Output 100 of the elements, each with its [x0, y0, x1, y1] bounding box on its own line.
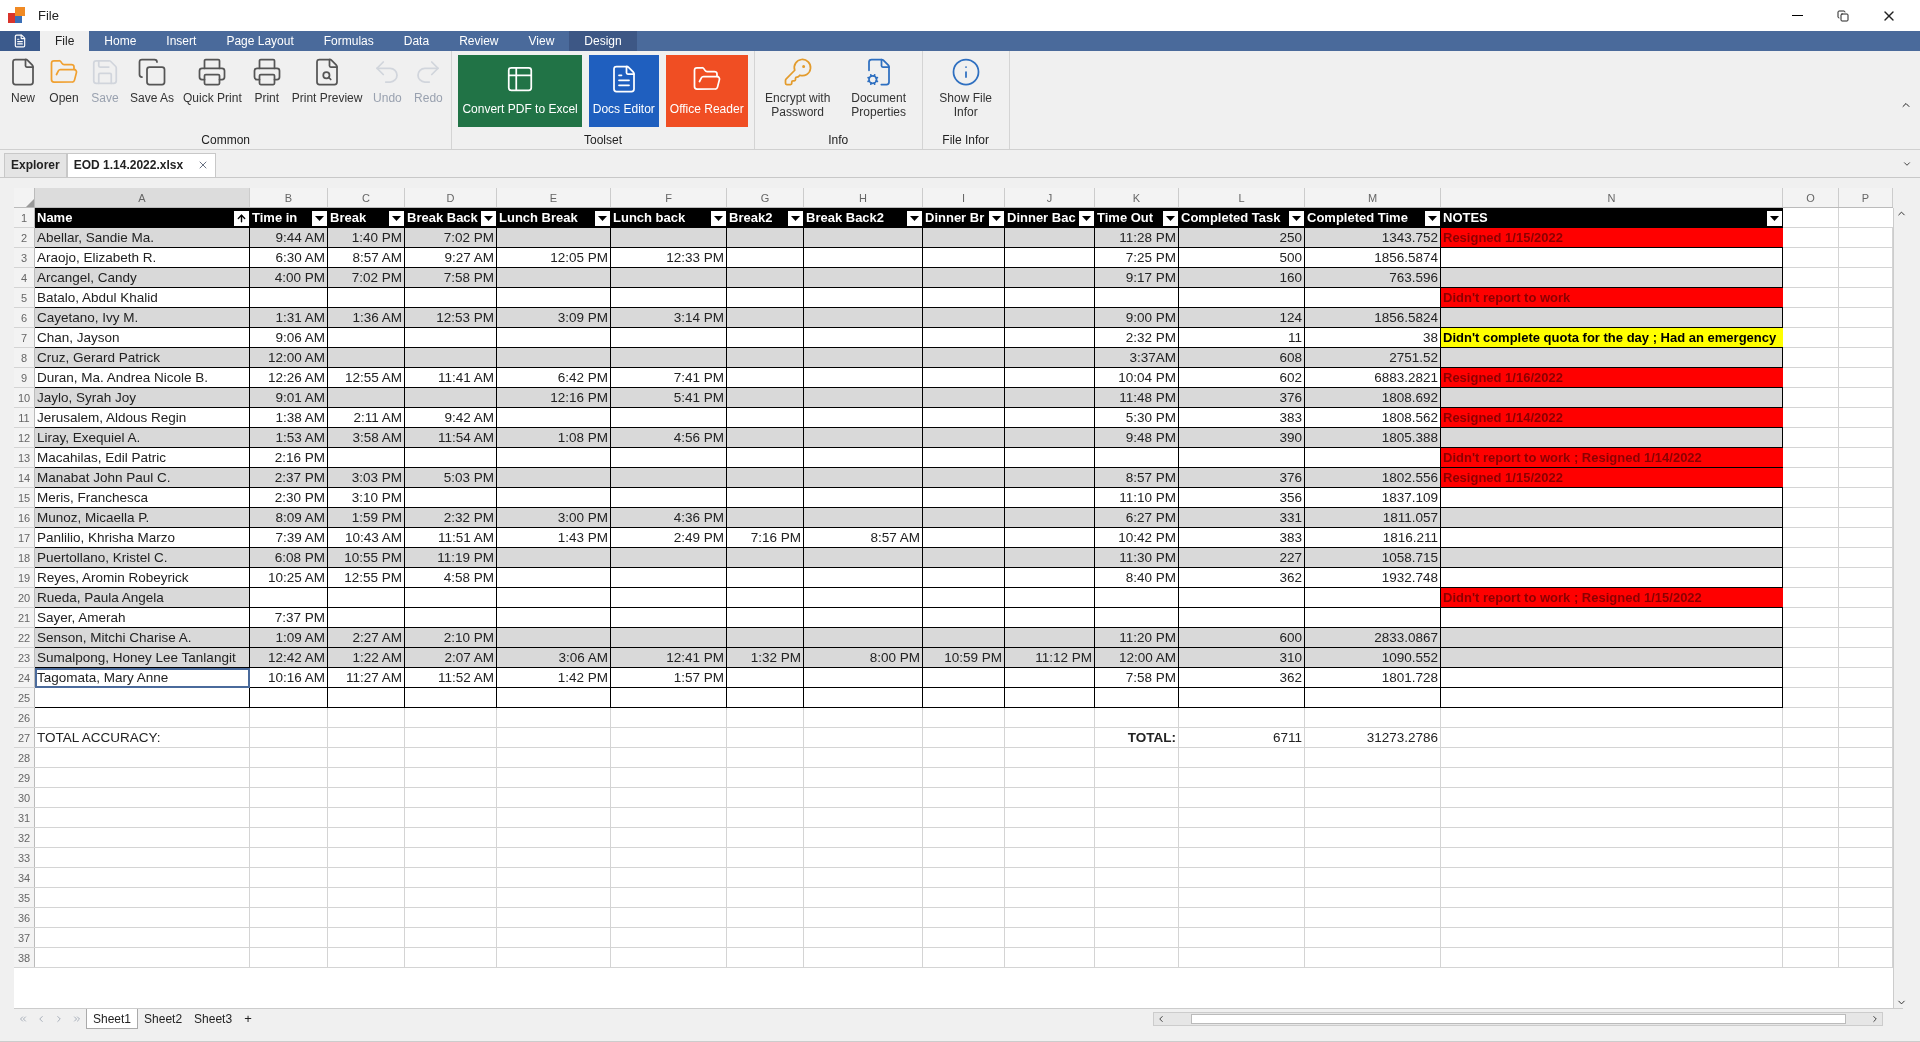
row-header[interactable]: 29 [14, 768, 35, 787]
row-header[interactable]: 6 [14, 308, 35, 327]
sheet-tab[interactable]: Sheet1 [86, 1009, 139, 1029]
column-header[interactable]: G [727, 188, 804, 207]
filter-button[interactable] [1163, 210, 1178, 226]
toolset-tile[interactable]: Office Reader [665, 54, 748, 127]
scroll-right-icon[interactable] [1870, 1014, 1880, 1024]
filter-button[interactable] [1079, 210, 1094, 226]
filter-button[interactable] [711, 210, 726, 226]
column-header[interactable]: K [1095, 188, 1179, 207]
row-header[interactable]: 19 [14, 568, 35, 587]
filter-button[interactable] [481, 210, 496, 226]
ribbon-tab[interactable]: Insert [151, 31, 212, 51]
column-header[interactable]: P [1839, 188, 1893, 207]
row-header[interactable]: 1 [14, 208, 35, 227]
table-cell: 11:19 PM [405, 548, 497, 568]
row-header[interactable]: 18 [14, 548, 35, 567]
filter-button[interactable] [595, 210, 610, 226]
row-header[interactable]: 33 [14, 848, 35, 867]
toolset-tile[interactable]: Convert PDF to Excel [458, 54, 582, 127]
ribbon-button[interactable]: Save As [126, 52, 179, 131]
filter-button[interactable] [1289, 210, 1304, 226]
column-header[interactable]: H [804, 188, 923, 207]
scroll-left-icon[interactable] [1156, 1014, 1166, 1024]
ribbon-tab[interactable]: Page Layout [211, 31, 309, 51]
sheet-tab[interactable]: Sheet3 [188, 1009, 239, 1029]
row-header[interactable]: 31 [14, 808, 35, 827]
column-header[interactable]: J [1005, 188, 1095, 207]
toolset-tile[interactable]: Docs Editor [588, 54, 659, 127]
column-header[interactable]: D [405, 188, 497, 207]
ribbon-tab[interactable]: View [513, 31, 570, 51]
document-tab[interactable]: EOD 1.14.2022.xlsx [66, 152, 217, 177]
row-header[interactable]: 14 [14, 468, 35, 487]
row-header[interactable]: 12 [14, 428, 35, 447]
ribbon-button[interactable]: Open [44, 52, 84, 131]
ribbon-tab[interactable]: Review [444, 31, 514, 51]
column-header[interactable]: N [1441, 188, 1783, 207]
column-header[interactable]: B [250, 188, 328, 207]
filter-button[interactable] [907, 210, 922, 226]
row-header[interactable]: 13 [14, 448, 35, 467]
row-header[interactable]: 16 [14, 508, 35, 527]
ribbon-button[interactable]: Show File Infor [925, 52, 1006, 131]
filter-button[interactable] [788, 210, 803, 226]
column-header[interactable]: F [611, 188, 727, 207]
row-header[interactable]: 7 [14, 328, 35, 347]
row-header[interactable]: 9 [14, 368, 35, 387]
row-header[interactable]: 26 [14, 708, 35, 727]
add-sheet-button[interactable]: + [238, 1009, 258, 1029]
filter-button[interactable] [1425, 210, 1440, 226]
row-header[interactable]: 25 [14, 688, 35, 707]
ribbon-tab[interactable]: Home [89, 31, 152, 51]
document-tab[interactable]: Explorer [4, 152, 67, 177]
row-header[interactable]: 36 [14, 908, 35, 927]
app-menu-button[interactable] [0, 31, 40, 51]
ribbon-tab[interactable]: Design [569, 31, 637, 51]
row-header[interactable]: 38 [14, 948, 35, 967]
column-header[interactable]: L [1179, 188, 1305, 207]
filter-button[interactable] [989, 210, 1004, 226]
column-header[interactable]: I [923, 188, 1005, 207]
column-header[interactable]: E [497, 188, 611, 207]
row-header[interactable]: 27 [14, 728, 35, 747]
row-header[interactable]: 2 [14, 228, 35, 247]
sort-button[interactable] [234, 210, 249, 226]
ribbon-button[interactable]: Quick Print [179, 52, 246, 131]
row-header[interactable]: 15 [14, 488, 35, 507]
ribbon-button[interactable]: Document Properties [838, 52, 919, 131]
ribbon-tab[interactable]: File [40, 31, 90, 51]
row-header[interactable]: 28 [14, 748, 35, 767]
row-header[interactable]: 34 [14, 868, 35, 887]
row-header[interactable]: 21 [14, 608, 35, 627]
row-header[interactable]: 35 [14, 888, 35, 907]
ribbon-button[interactable]: Print Preview [287, 52, 367, 131]
ribbon-button[interactable]: Print [246, 52, 287, 131]
ribbon-tab[interactable]: Formulas [308, 31, 389, 51]
row-header[interactable]: 22 [14, 628, 35, 647]
ribbon-button[interactable]: New [3, 52, 43, 131]
row-header[interactable]: 20 [14, 588, 35, 607]
horizontal-scrollbar[interactable] [1153, 1012, 1883, 1026]
row-header[interactable]: 5 [14, 288, 35, 307]
filter-button[interactable] [389, 210, 404, 226]
column-header[interactable]: M [1305, 188, 1441, 207]
ribbon-tab[interactable]: Data [388, 31, 445, 51]
column-header[interactable]: A [35, 188, 250, 207]
sheet-tab[interactable]: Sheet2 [138, 1009, 189, 1029]
row-header[interactable]: 23 [14, 648, 35, 667]
row-header[interactable]: 11 [14, 408, 35, 427]
row-header[interactable]: 17 [14, 528, 35, 547]
row-header[interactable]: 4 [14, 268, 35, 287]
column-header[interactable]: O [1783, 188, 1839, 207]
ribbon-button[interactable]: Encrypt with Password [757, 52, 838, 131]
row-header[interactable]: 30 [14, 788, 35, 807]
column-header[interactable]: C [328, 188, 405, 207]
row-header[interactable]: 32 [14, 828, 35, 847]
row-header[interactable]: 37 [14, 928, 35, 947]
row-header[interactable]: 24 [14, 668, 35, 687]
filter-button[interactable] [1767, 210, 1782, 226]
row-header[interactable]: 8 [14, 348, 35, 367]
row-header[interactable]: 10 [14, 388, 35, 407]
filter-button[interactable] [312, 210, 327, 226]
row-header[interactable]: 3 [14, 248, 35, 267]
